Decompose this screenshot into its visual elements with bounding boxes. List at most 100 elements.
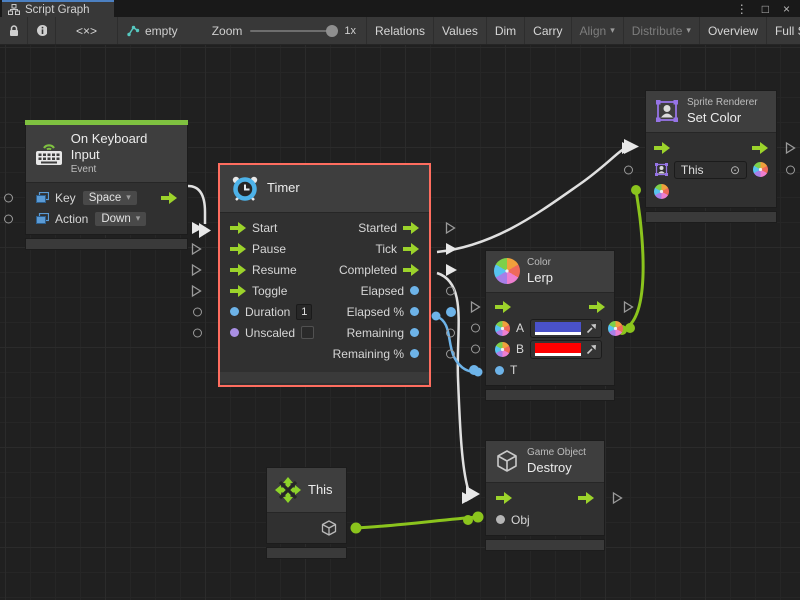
node-footer: [266, 547, 347, 559]
action-dropdown[interactable]: Down ▾: [94, 211, 147, 227]
color-a-swatch[interactable]: [535, 322, 581, 332]
port-remaining-pct-out[interactable]: [446, 349, 455, 358]
node-title: This: [308, 482, 333, 498]
relations-button[interactable]: Relations: [367, 17, 434, 44]
key-dropdown[interactable]: Space ▾: [82, 190, 138, 206]
eyedropper-icon[interactable]: [586, 323, 597, 334]
value-in-dot[interactable]: [496, 515, 505, 524]
node-set-color[interactable]: Sprite Renderer Set Color: [645, 90, 777, 208]
target-object-field[interactable]: This ⊙: [674, 161, 747, 179]
port-started-out[interactable]: [445, 221, 456, 234]
port-trigger-out[interactable]: [612, 491, 623, 504]
port-color-out-connected[interactable]: [625, 323, 635, 333]
distribute-dropdown[interactable]: Distribute ▾: [624, 17, 700, 44]
port-trigger-out[interactable]: [785, 141, 796, 154]
port-duration-in[interactable]: [193, 307, 202, 316]
port-trigger-in-connected[interactable]: [462, 492, 473, 504]
maximize-icon[interactable]: □: [762, 3, 769, 15]
trigger-in-arrow[interactable]: [230, 243, 246, 255]
zoom-slider-handle[interactable]: [326, 25, 338, 37]
trigger-out-arrow[interactable]: [403, 222, 419, 234]
color-a-field[interactable]: [530, 319, 602, 338]
dim-button[interactable]: Dim: [487, 17, 525, 44]
value-in-dot[interactable]: [230, 307, 239, 316]
value-out-dot[interactable]: [410, 328, 419, 337]
color-b-field[interactable]: [530, 340, 602, 359]
port-unscaled-in[interactable]: [193, 328, 202, 337]
port-completed-out-connected[interactable]: [446, 264, 457, 276]
color-out-icon[interactable]: [753, 162, 768, 177]
trigger-out-arrow[interactable]: [403, 243, 419, 255]
values-button[interactable]: Values: [434, 17, 487, 44]
node-footer: [220, 372, 429, 383]
value-in-dot[interactable]: [230, 328, 239, 337]
duration-value-field[interactable]: 1: [296, 304, 312, 320]
sprite-renderer-small-icon: [654, 162, 668, 177]
zoom-slider[interactable]: [250, 30, 336, 32]
value-out-dot[interactable]: [410, 349, 419, 358]
align-dropdown[interactable]: Align ▾: [572, 17, 624, 44]
color-in-icon[interactable]: [654, 184, 669, 199]
color-b-swatch[interactable]: [535, 343, 581, 353]
port-start-in-connected[interactable]: [192, 222, 203, 234]
port-tick-out-connected[interactable]: [446, 243, 457, 255]
trigger-out-arrow[interactable]: [589, 301, 605, 313]
trigger-out-arrow[interactable]: [161, 192, 177, 204]
trigger-in-arrow[interactable]: [495, 301, 511, 313]
info-button[interactable]: [28, 17, 56, 44]
port-elapsed-pct-out-connected[interactable]: [446, 307, 456, 317]
port-obj-in-connected[interactable]: [463, 515, 473, 525]
trigger-out-arrow[interactable]: [403, 264, 419, 276]
value-in-dot[interactable]: [495, 366, 504, 375]
port-key-input[interactable]: [4, 193, 13, 202]
color-type-icon: [495, 342, 510, 357]
node-timer-selection[interactable]: Timer Start Started Pause: [218, 163, 431, 387]
zoom-to-fit-button[interactable]: <×>: [56, 17, 118, 44]
port-trigger-in-connected[interactable]: [622, 142, 633, 154]
port-t-in-connected[interactable]: [469, 365, 479, 375]
port-this-out-connected[interactable]: [351, 523, 361, 533]
color-out-icon[interactable]: [608, 321, 623, 336]
this-output-row: [267, 513, 346, 543]
port-target-in[interactable]: [624, 165, 633, 174]
kebab-menu-icon[interactable]: ⋮: [736, 3, 748, 15]
value-out-dot[interactable]: [410, 286, 419, 295]
trigger-in-arrow[interactable]: [496, 492, 512, 504]
port-toggle-in[interactable]: [191, 284, 202, 297]
trigger-in-arrow[interactable]: [230, 222, 246, 234]
port-color-out[interactable]: [786, 165, 795, 174]
node-on-keyboard-input[interactable]: On Keyboard Input Event Key Space ▾: [25, 120, 188, 235]
full-screen-button[interactable]: Full Screen: [767, 17, 800, 44]
port-action-input[interactable]: [4, 214, 13, 223]
node-this[interactable]: This: [266, 467, 347, 544]
eyedropper-icon[interactable]: [586, 344, 597, 355]
trigger-out-arrow[interactable]: [752, 142, 768, 154]
port-trigger-in[interactable]: [470, 301, 481, 314]
trigger-in-arrow[interactable]: [230, 264, 246, 276]
trigger-out-arrow[interactable]: [578, 492, 594, 504]
overview-button[interactable]: Overview: [700, 17, 767, 44]
trigger-in-arrow[interactable]: [230, 285, 246, 297]
object-picker-icon[interactable]: ⊙: [730, 163, 740, 177]
node-color-lerp[interactable]: Color Lerp A: [485, 250, 615, 386]
trigger-in-arrow[interactable]: [654, 142, 670, 154]
game-object-type-icon[interactable]: [320, 519, 338, 537]
port-b-in[interactable]: [471, 345, 480, 354]
port-resume-in[interactable]: [191, 263, 202, 276]
graph-breadcrumb[interactable]: empty: [118, 17, 186, 44]
port-pause-in[interactable]: [191, 242, 202, 255]
node-destroy[interactable]: Game Object Destroy Obj: [485, 440, 605, 536]
carry-button[interactable]: Carry: [525, 17, 571, 44]
node-timer[interactable]: Timer Start Started Pause: [220, 165, 429, 385]
lock-button[interactable]: [0, 17, 28, 44]
tab-script-graph[interactable]: Script Graph: [2, 0, 114, 17]
port-row: Duration 1 Elapsed %: [220, 301, 429, 322]
port-a-in[interactable]: [471, 324, 480, 333]
value-out-dot[interactable]: [410, 307, 419, 316]
port-remaining-out[interactable]: [446, 328, 455, 337]
port-row-b: B: [486, 339, 614, 360]
port-elapsed-out[interactable]: [446, 286, 455, 295]
close-icon[interactable]: ×: [783, 3, 790, 15]
port-trigger-out[interactable]: [623, 301, 634, 314]
unscaled-checkbox[interactable]: [301, 326, 314, 339]
